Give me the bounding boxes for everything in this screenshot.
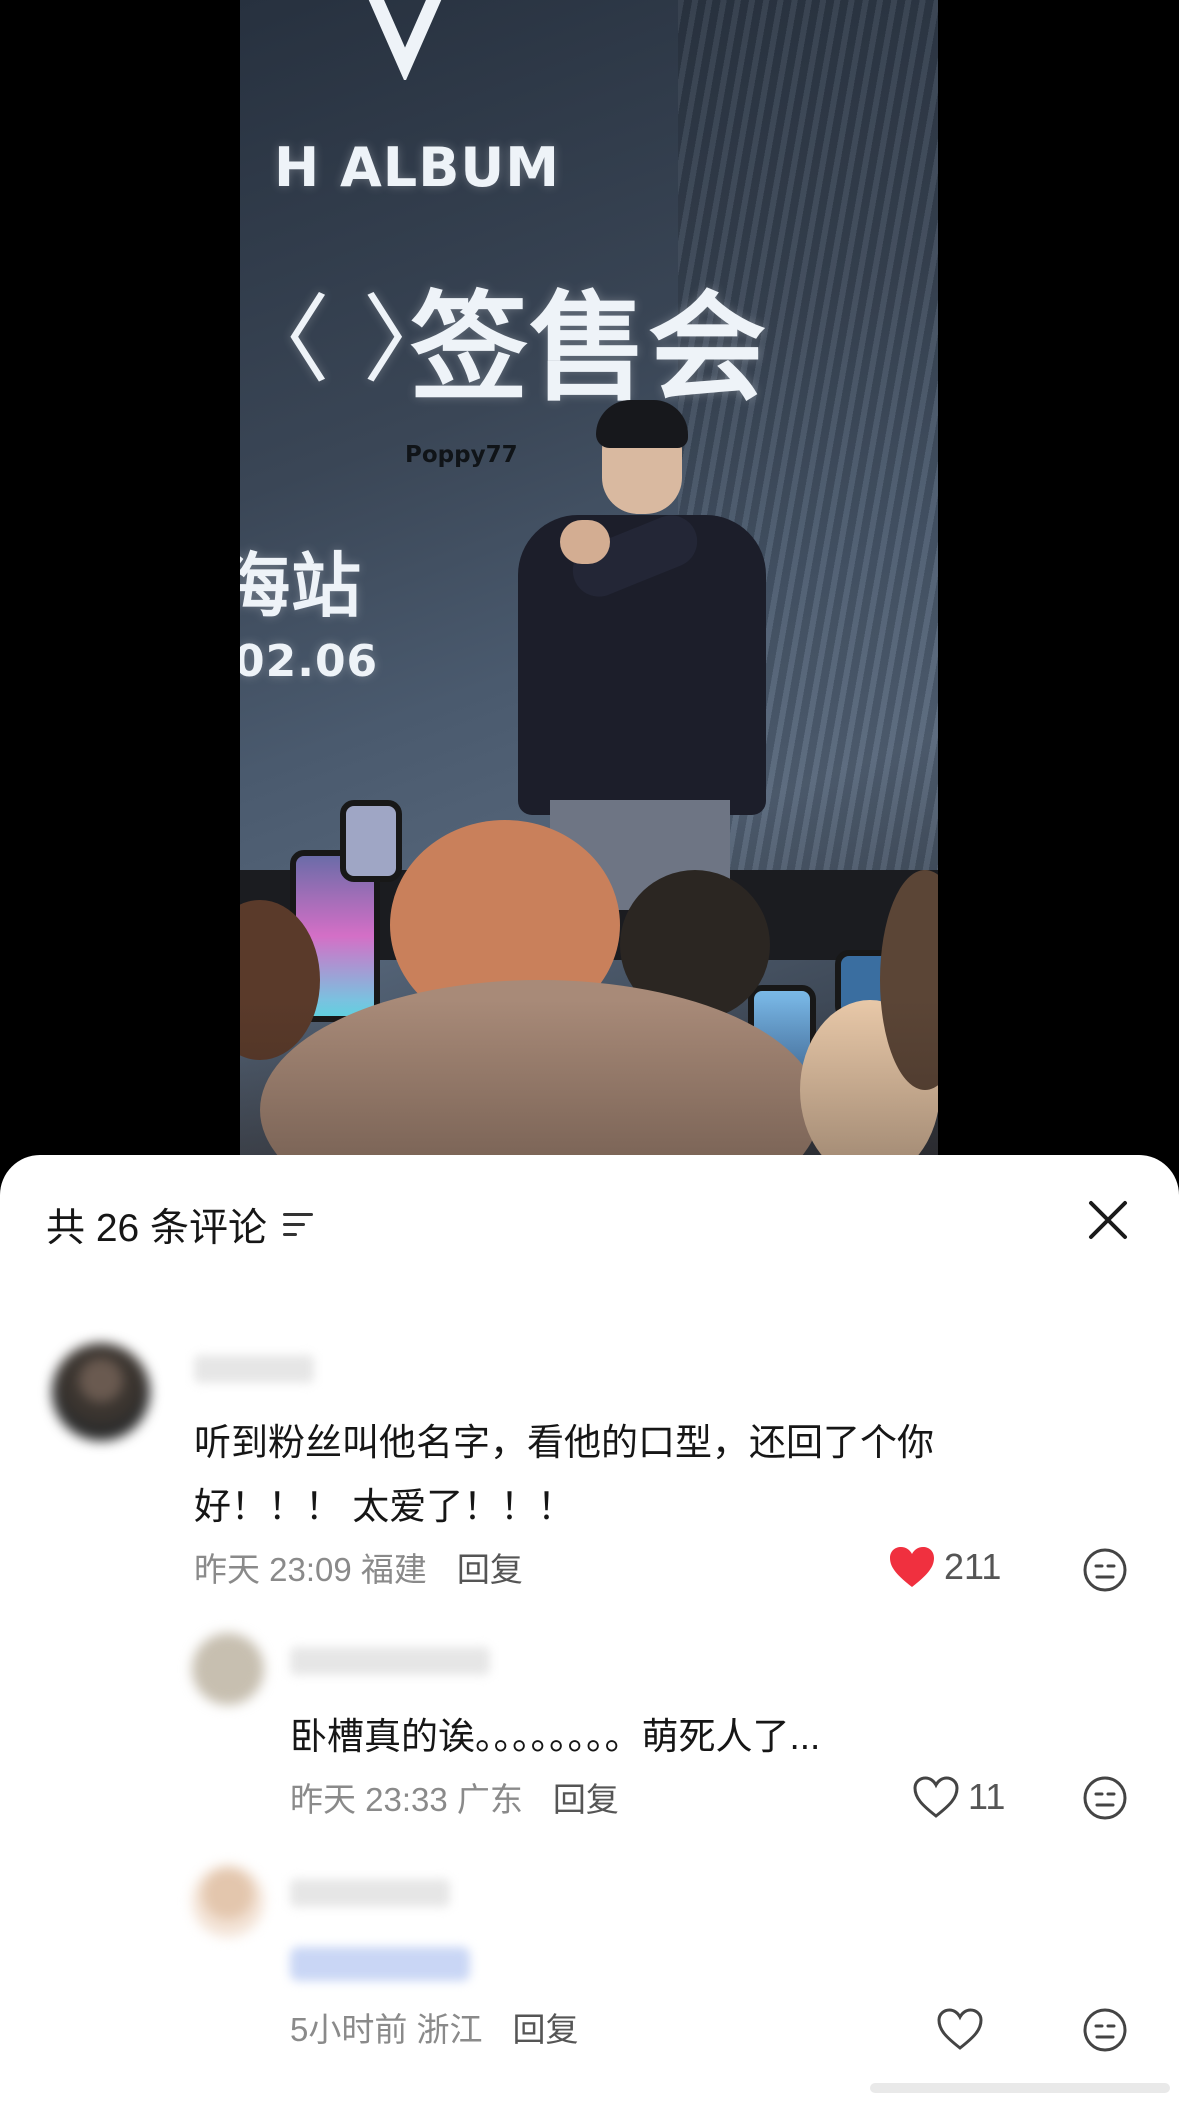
- comment-time-location: 昨天 23:09 福建: [194, 1551, 427, 1588]
- emoji-reaction-icon[interactable]: [1082, 2007, 1128, 2053]
- comment-count-title: 共 26 条评论: [46, 1207, 268, 1250]
- banner-album-text: H ALBUM: [274, 136, 560, 199]
- emoji-reaction-icon[interactable]: [1082, 1775, 1128, 1821]
- comment-meta: 昨天 23:33 广东 回复: [290, 1773, 619, 1821]
- mention-blurred[interactable]: [290, 1947, 470, 1981]
- avatar[interactable]: [52, 1343, 150, 1441]
- close-icon[interactable]: [1085, 1197, 1131, 1243]
- like-button[interactable]: 11: [912, 1775, 1005, 1819]
- banner-event-text: 签售会: [410, 279, 768, 417]
- banner-station-text: 海站: [240, 545, 362, 627]
- comment-count-header[interactable]: 共 26 条评论: [46, 1197, 314, 1253]
- avatar[interactable]: [192, 1865, 264, 1937]
- heart-outline-icon: [913, 1776, 959, 1818]
- crowd-phone: [340, 800, 402, 882]
- emoji-reaction-icon[interactable]: [1082, 1547, 1128, 1593]
- like-count: 11: [968, 1776, 1006, 1817]
- like-button[interactable]: 211: [888, 1545, 1001, 1589]
- username-blurred[interactable]: [290, 1647, 490, 1675]
- video-fade: [240, 1000, 938, 1160]
- comment-sheet: 共 26 条评论 听到粉丝叫他名字，看他的口型，还回了个你好！！！ 太爱了！！！…: [0, 1155, 1179, 2107]
- video-player[interactable]: H ALBUM 〈 〉 签售会 海站 02.06 Poppy77: [0, 0, 1179, 1160]
- reply-button[interactable]: 回复: [553, 1781, 619, 1818]
- performer-figure: [510, 400, 770, 910]
- logo-v-shape: [368, 0, 442, 80]
- reply-button[interactable]: 回复: [457, 1551, 523, 1588]
- like-count: 211: [944, 1546, 1002, 1587]
- reply-button[interactable]: 回复: [513, 2011, 579, 2048]
- avatar[interactable]: [192, 1633, 264, 1705]
- like-button[interactable]: [936, 2007, 992, 2051]
- username-blurred[interactable]: [194, 1355, 314, 1383]
- comment-meta: 昨天 23:09 福建 回复: [194, 1543, 523, 1591]
- comment-time-location: 昨天 23:33 广东: [290, 1781, 523, 1818]
- comment-text: 卧槽真的诶。。。。。。。。萌死人了...: [290, 1716, 821, 1757]
- video-frame[interactable]: H ALBUM 〈 〉 签售会 海站 02.06 Poppy77: [240, 0, 938, 1160]
- sort-lines-icon[interactable]: [283, 1213, 314, 1237]
- username-blurred[interactable]: [290, 1879, 450, 1907]
- comment-text: 听到粉丝叫他名字，看他的口型，还回了个你好！！！ 太爱了！！！: [194, 1422, 934, 1527]
- heart-filled-icon: [890, 1547, 934, 1587]
- watermark-text: Poppy77: [405, 442, 518, 468]
- banner-date-text: 02.06: [240, 636, 379, 687]
- video-watermark: Poppy77: [405, 442, 518, 470]
- home-indicator: [870, 2083, 1170, 2093]
- comment-time-location: 5小时前 浙江: [290, 2011, 483, 2048]
- comment-meta: 5小时前 浙江 回复: [290, 2003, 579, 2051]
- heart-outline-icon: [937, 2008, 983, 2050]
